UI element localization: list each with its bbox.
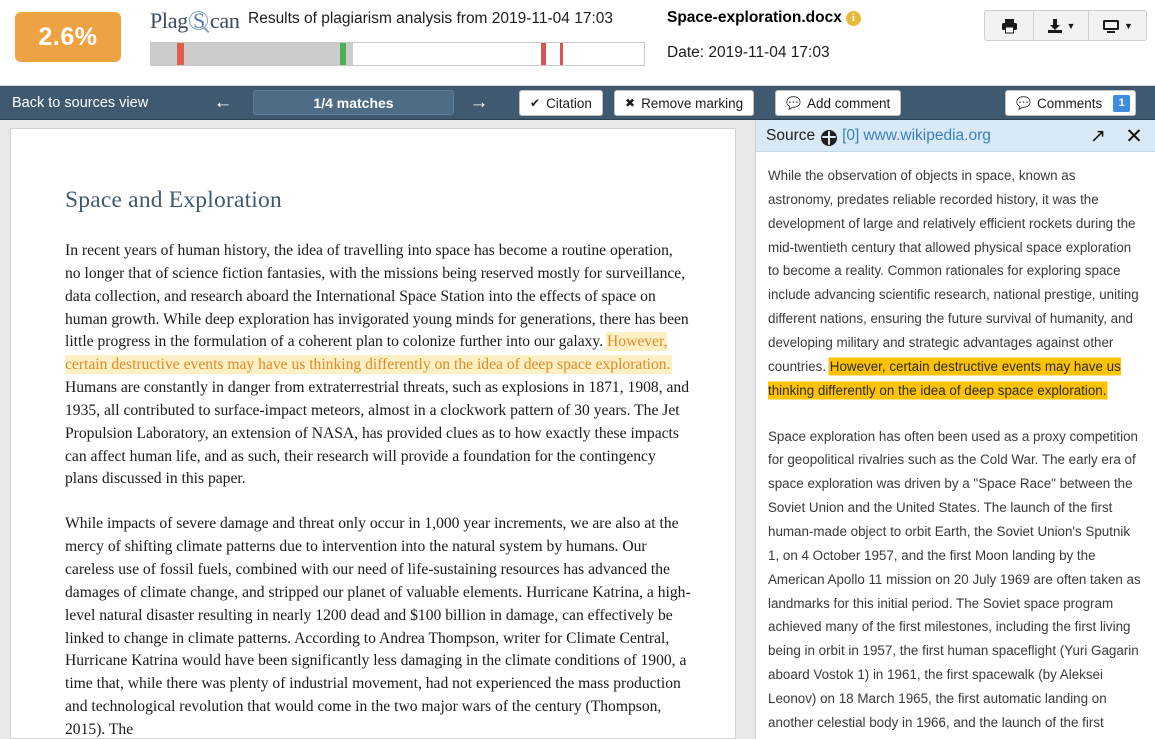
- document-paragraph-2: While impacts of severe damage and threa…: [65, 515, 691, 738]
- match-bar-mark: [340, 43, 347, 65]
- document-pane[interactable]: Space and Exploration In recent years of…: [0, 120, 755, 739]
- header-action-group: ▼ ▼: [984, 10, 1147, 41]
- document-date: Date: 2019-11-04 17:03: [667, 44, 830, 61]
- close-icon[interactable]: ✕: [1121, 124, 1147, 148]
- source-panel-header: Source [0] www.wikipedia.org ↗ ✕: [756, 120, 1155, 152]
- chevron-down-icon: ▼: [1066, 20, 1076, 31]
- document-heading: Space and Exploration: [65, 187, 282, 213]
- source-label: Source: [766, 126, 816, 144]
- document-name: Space-exploration.docx i: [667, 9, 861, 27]
- download-icon: [1047, 18, 1062, 33]
- previous-match-button[interactable]: ←: [208, 86, 238, 120]
- match-bar-mark: [541, 43, 546, 65]
- document-name-text: Space-exploration.docx: [667, 9, 842, 26]
- speech-bubble-icon: 💬: [786, 96, 801, 110]
- source-paragraph-1: While the observation of objects in spac…: [768, 164, 1141, 403]
- source-text-body[interactable]: While the observation of objects in spac…: [756, 152, 1155, 739]
- source-paragraph-1-pre-text: While the observation of objects in spac…: [768, 168, 1139, 374]
- match-toolbar: Back to sources view ← 1/4 matches → ✔ C…: [0, 86, 1155, 120]
- match-bar-mark: [560, 43, 563, 65]
- print-button[interactable]: [984, 10, 1034, 41]
- chevron-down-icon: ▼: [1124, 20, 1133, 31]
- source-index: [0]: [842, 126, 860, 144]
- info-icon[interactable]: i: [845, 11, 861, 26]
- results-title: Results of plagiarism analysis from 2019…: [248, 10, 614, 27]
- comment-bubble-icon: 💬: [1016, 96, 1031, 110]
- add-comment-button[interactable]: 💬 Add comment: [775, 90, 902, 116]
- match-counter: 1/4 matches: [253, 90, 454, 115]
- remove-marking-button-label: Remove marking: [641, 95, 744, 111]
- comments-count-badge: 1: [1113, 94, 1131, 112]
- remove-marking-button[interactable]: ✖ Remove marking: [614, 90, 755, 116]
- main-split-view: Space and Exploration In recent years of…: [0, 120, 1155, 739]
- display-mode-button[interactable]: ▼: [1089, 10, 1147, 41]
- globe-icon: [821, 129, 838, 146]
- top-header: 2.6% Plag Scan Results of plagiarism anal…: [0, 0, 1155, 86]
- add-comment-button-label: Add comment: [806, 95, 891, 111]
- check-icon: ✔: [530, 96, 541, 110]
- citation-button-label: Citation: [546, 95, 592, 111]
- source-paragraph-2: Space exploration has often been used as…: [768, 428, 1141, 739]
- logo-text-before: Plag: [150, 8, 188, 33]
- document-page: Space and Exploration In recent years of…: [10, 128, 736, 739]
- source-url-link[interactable]: www.wikipedia.org: [863, 127, 991, 145]
- paragraph-1-pre-text: In recent years of human history, the id…: [65, 242, 689, 351]
- download-button[interactable]: ▼: [1034, 10, 1089, 41]
- magnifier-icon: S: [188, 8, 210, 34]
- close-icon: ✖: [625, 96, 636, 110]
- match-distribution-bar[interactable]: [150, 42, 645, 66]
- citation-button[interactable]: ✔ Citation: [519, 90, 603, 116]
- paragraph-1-post-text: Humans are constantly in danger from ext…: [65, 379, 690, 488]
- plagscan-logo: Plag Scan: [150, 8, 240, 34]
- comments-button[interactable]: 💬 Comments 1: [1005, 90, 1137, 116]
- back-to-sources-view-link[interactable]: Back to sources view: [6, 86, 154, 120]
- plagiarism-percentage-badge: 2.6%: [15, 12, 121, 62]
- monitor-icon: [1103, 19, 1120, 33]
- document-paragraph-1: In recent years of human history, the id…: [65, 240, 691, 491]
- print-icon: [1001, 18, 1017, 33]
- source-pane: Source [0] www.wikipedia.org ↗ ✕ While t…: [755, 120, 1155, 739]
- comments-button-label: Comments: [1036, 95, 1103, 111]
- match-bar-mark: [176, 43, 184, 65]
- next-match-button[interactable]: →: [464, 86, 494, 120]
- logo-text-after: can: [209, 8, 240, 33]
- open-external-icon[interactable]: ↗: [1085, 124, 1111, 148]
